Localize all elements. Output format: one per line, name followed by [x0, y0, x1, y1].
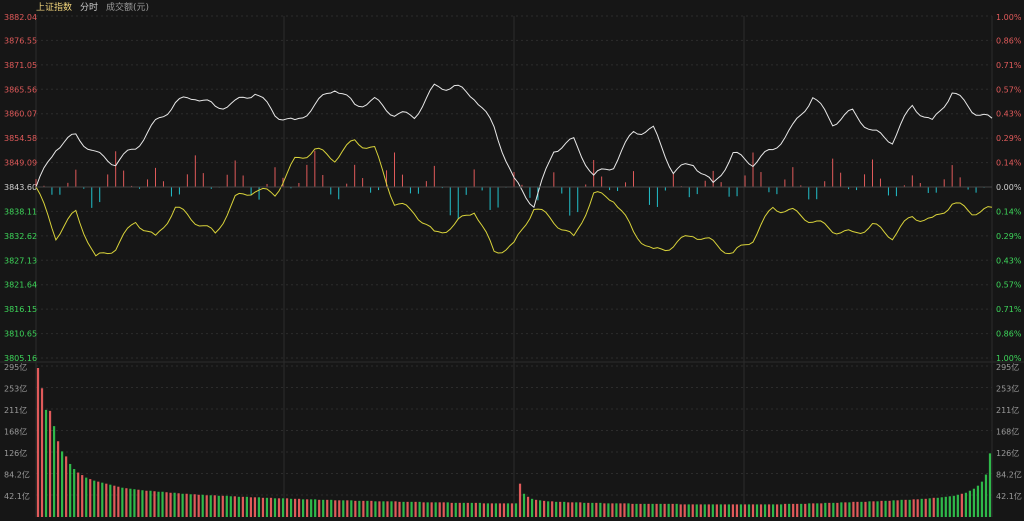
pct-tick-label-right: 0.71% — [996, 61, 1022, 70]
volume-tick-label-left: 84.2亿 — [4, 470, 30, 480]
price-tick-label-left: 3860.07 — [4, 110, 37, 119]
price-tick-label-left: 3843.60 — [4, 183, 37, 192]
pct-tick-label-right: 1.00% — [996, 13, 1022, 22]
price-tick-label-left: 3882.04 — [4, 13, 37, 22]
volume-tick-label-left: 253亿 — [4, 384, 27, 394]
price-tick-label-left: 3876.55 — [4, 36, 37, 45]
volume-tick-label-right: 42.1亿 — [996, 491, 1022, 501]
volume-tick-label-right: 84.2亿 — [996, 470, 1022, 480]
volume-tick-label-left: 42.1亿 — [4, 491, 30, 501]
pct-tick-label-right: 0.00% — [996, 183, 1022, 192]
pct-tick-label-right: 0.14% — [996, 159, 1022, 168]
volume-tick-label-right: 253亿 — [996, 384, 1019, 394]
pct-tick-label-right: 0.43% — [996, 256, 1022, 265]
index-name-tab[interactable]: 上证指数 — [36, 2, 72, 14]
price-tick-label-left: 3838.11 — [4, 207, 37, 216]
pct-tick-label-right: 0.43% — [996, 110, 1022, 119]
pct-tick-label-right: 0.29% — [996, 232, 1022, 241]
volume-tick-label-right: 295亿 — [996, 362, 1019, 372]
pct-tick-label-right: 0.29% — [996, 134, 1022, 143]
volume-tick-label-left: 295亿 — [4, 362, 27, 372]
pct-tick-label-right: 0.57% — [996, 85, 1022, 94]
pct-tick-label-right: 0.57% — [996, 281, 1022, 290]
period-tab[interactable]: 分时 — [80, 2, 98, 14]
volume-tick-label-right: 211亿 — [996, 405, 1019, 415]
volume-unit-label: 成交额(元) — [106, 3, 150, 13]
pct-tick-label-right: 0.14% — [996, 207, 1022, 216]
volume-tick-label-left: 126亿 — [4, 448, 27, 458]
price-tick-label-left: 3871.05 — [4, 61, 37, 70]
chart-svg: 3882.04 3876.55 3871.05 3865.56 3860.07 3854.… — [0, 13, 1024, 517]
chart-header: 上证指数 分时 成交额(元) — [36, 2, 149, 14]
price-tick-label-left: 3849.09 — [4, 159, 37, 168]
price-tick-label-left: 3854.58 — [4, 134, 37, 143]
volume-tick-label-left: 168亿 — [4, 427, 27, 437]
price-tick-label-left: 3816.15 — [4, 305, 37, 314]
price-tick-label-left: 3827.13 — [4, 256, 37, 265]
price-tick-label-left: 3821.64 — [4, 281, 37, 290]
volume-tick-label-right: 168亿 — [996, 427, 1019, 437]
price-tick-label-left: 3865.56 — [4, 85, 37, 94]
pct-tick-label-right: 0.71% — [996, 305, 1022, 314]
volume-tick-label-right: 126亿 — [996, 448, 1019, 458]
intraday-chart[interactable]: 3882.04 3876.55 3871.05 3865.56 3860.07 3854.… — [0, 0, 1024, 517]
price-tick-label-left: 3810.65 — [4, 330, 37, 339]
price-tick-label-left: 3832.62 — [4, 232, 37, 241]
pct-tick-label-right: 0.86% — [996, 330, 1022, 339]
price-tick-label-left: 3805.16 — [4, 354, 37, 363]
volume-tick-label-left: 211亿 — [4, 405, 27, 415]
pct-tick-label-right: 0.86% — [996, 36, 1022, 45]
pct-tick-label-right: 1.00% — [996, 354, 1022, 363]
